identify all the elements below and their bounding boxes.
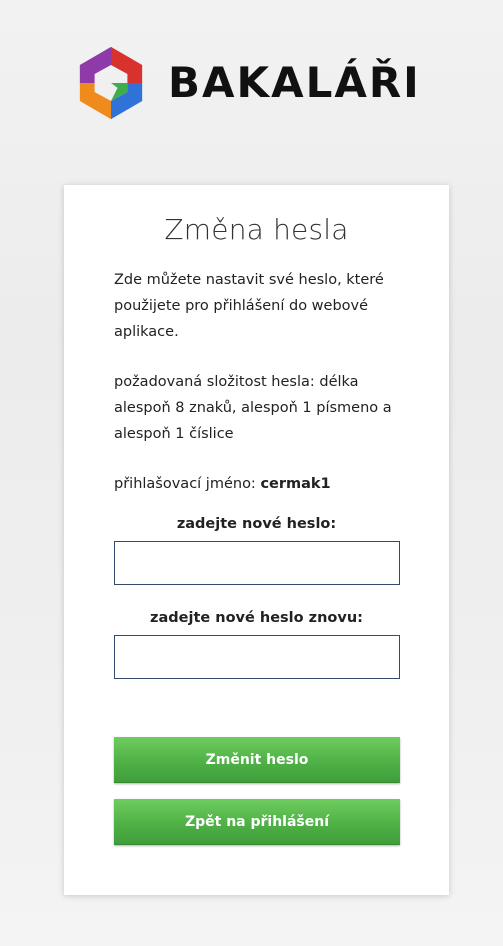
- change-password-card: Změna hesla Zde můžete nastavit své hesl…: [64, 185, 449, 895]
- complexity-text: požadovaná složitost hesla: délka alespo…: [114, 373, 392, 442]
- new-password-input[interactable]: [114, 540, 400, 585]
- change-password-button[interactable]: Změnit heslo: [114, 736, 400, 783]
- new-password-label: zadejte nové heslo:: [176, 515, 337, 532]
- login-name: cermak1: [260, 475, 331, 492]
- back-to-login-button[interactable]: Zpět na přihlášení: [114, 798, 400, 845]
- login-line: přihlašovací jméno: cermak1: [114, 471, 399, 497]
- intro-text: Zde můžete nastavit své heslo, které pou…: [114, 271, 384, 340]
- bakalari-logo-icon: [79, 46, 143, 120]
- brand-name: BAKALÁŘI: [168, 58, 421, 107]
- confirm-password-input[interactable]: [114, 634, 400, 679]
- brand-logo: BAKALÁŘI: [70, 38, 450, 128]
- page-title: Změna hesla: [164, 213, 349, 246]
- login-label: přihlašovací jméno:: [114, 475, 256, 492]
- confirm-password-label: zadejte nové heslo znovu:: [150, 609, 363, 626]
